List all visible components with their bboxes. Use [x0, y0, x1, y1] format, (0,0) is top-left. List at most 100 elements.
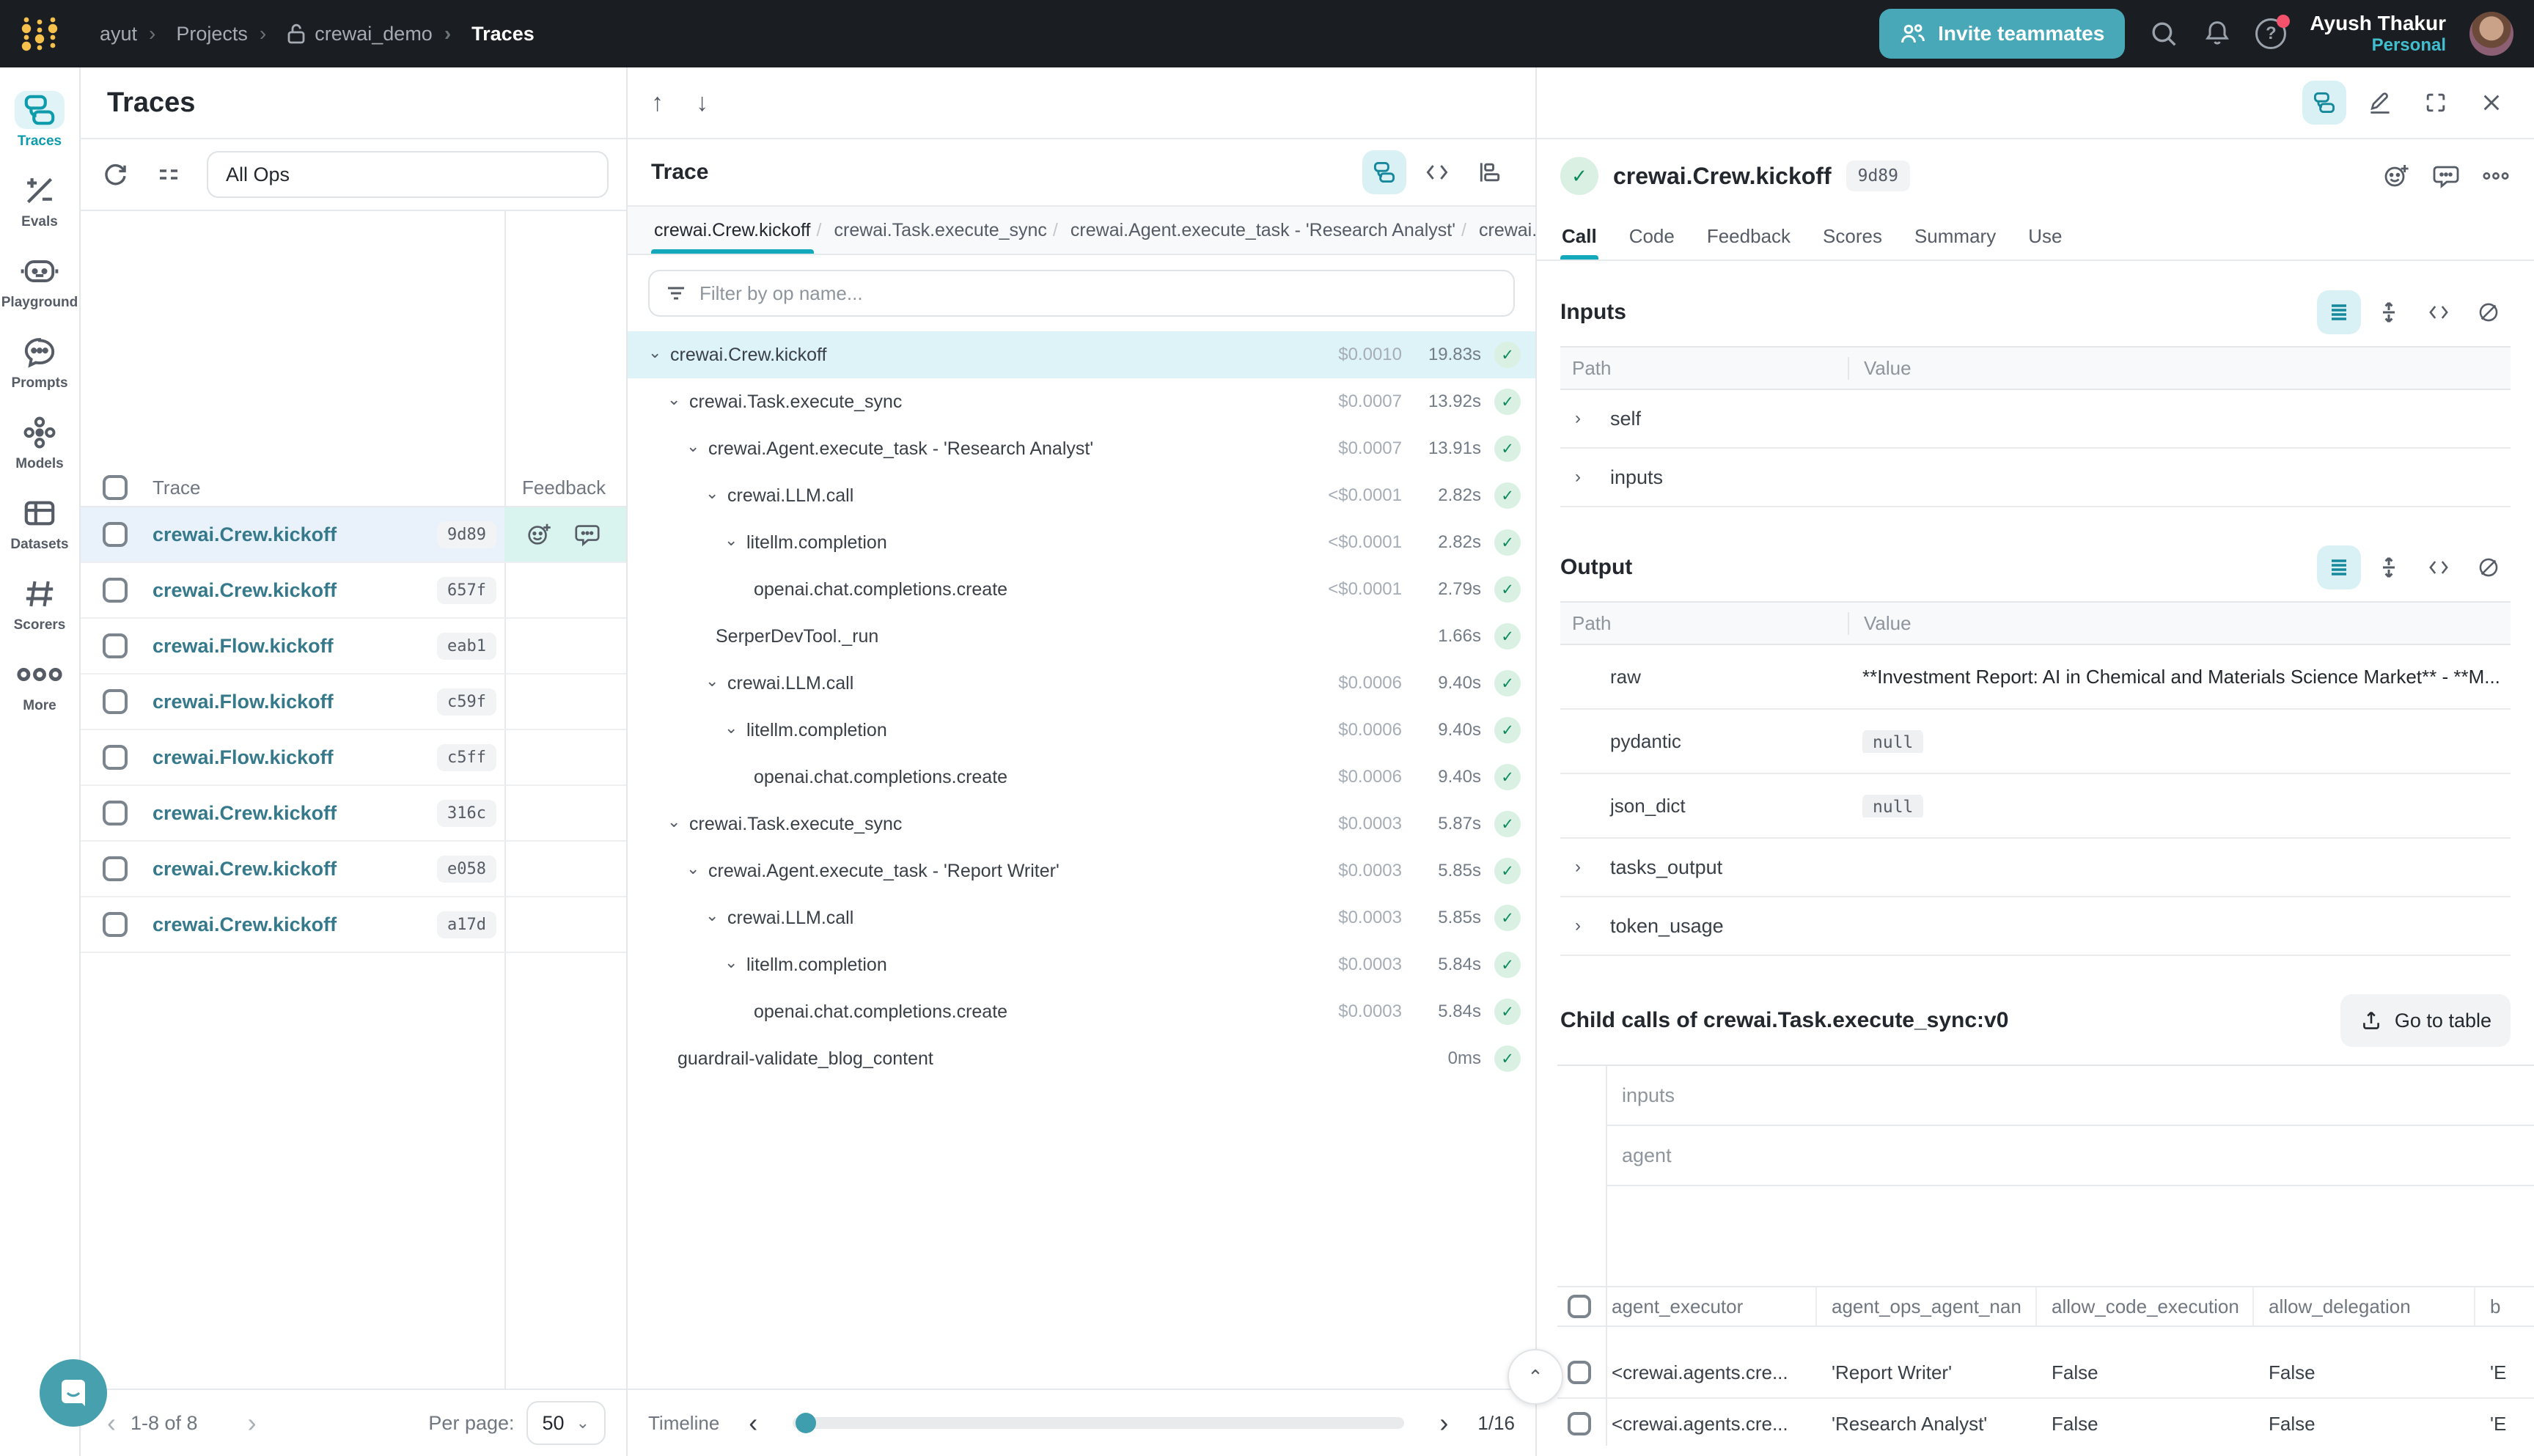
collapse-icon[interactable]: ⌄: [686, 861, 708, 877]
tab-use[interactable]: Use: [2012, 213, 2078, 260]
tab-code[interactable]: Code: [1613, 213, 1691, 260]
output-row-raw[interactable]: raw **Investment Report: AI in Chemical …: [1560, 645, 2511, 710]
timeline-slider-handle[interactable]: [796, 1413, 816, 1433]
hide-values-eye-icon[interactable]: [2467, 290, 2511, 334]
crumb-tab[interactable]: crewai.Agent.execute_task - 'Research An…: [1059, 207, 1467, 254]
expand-rows-button[interactable]: [2367, 290, 2411, 334]
next-trace-arrow-icon[interactable]: ↓: [696, 89, 708, 117]
sidebar-item-prompts[interactable]: Prompts: [3, 327, 76, 397]
table-row[interactable]: crewai.Crew.kickoff 316c: [81, 786, 626, 842]
tree-row[interactable]: ⌄ crewai.Agent.execute_task - 'Report Wr…: [628, 848, 1535, 894]
crumb-tab[interactable]: crewai.Crew.kickoff: [642, 207, 823, 254]
collapse-icon[interactable]: ⌄: [705, 673, 727, 689]
breadcrumb-team[interactable]: ayut: [100, 23, 137, 45]
row-checkbox[interactable]: [103, 912, 128, 937]
collapse-icon[interactable]: ⌄: [705, 485, 727, 501]
tree-row[interactable]: openai.chat.completions.create $0.00069.…: [628, 754, 1535, 801]
expand-icon[interactable]: ›: [1560, 857, 1593, 878]
tree-row[interactable]: guardrail-validate_blog_content 0ms: [628, 1035, 1535, 1082]
sidebar-item-more[interactable]: More: [3, 650, 76, 720]
timeline-prev-icon[interactable]: ‹: [734, 1408, 772, 1438]
notifications-bell-icon[interactable]: [2203, 18, 2232, 49]
chat-widget-button[interactable]: [40, 1359, 107, 1427]
comment-icon[interactable]: [573, 521, 601, 548]
expand-icon[interactable]: ›: [1560, 408, 1593, 429]
edit-pencil-icon[interactable]: [2358, 81, 2402, 125]
tree-row[interactable]: ⌄ crewai.Task.execute_sync $0.00035.87s: [628, 801, 1535, 848]
tree-row[interactable]: ⌄ crewai.Task.execute_sync $0.000713.92s: [628, 378, 1535, 425]
tree-row[interactable]: ⌄ litellm.completion $0.00069.40s: [628, 707, 1535, 754]
tab-feedback[interactable]: Feedback: [1691, 213, 1807, 260]
search-icon[interactable]: [2148, 18, 2179, 49]
tree-row[interactable]: ⌄ crewai.Crew.kickoff $0.001019.83s: [628, 331, 1535, 378]
timeline-slider[interactable]: [793, 1417, 1404, 1429]
help-icon[interactable]: ?: [2255, 18, 2286, 49]
trace-link[interactable]: crewai.Flow.kickoff: [153, 691, 334, 713]
op-filter-input[interactable]: [699, 282, 1499, 305]
output-row-tasks-output[interactable]: › tasks_output: [1560, 839, 2511, 897]
breadcrumb-page[interactable]: Traces: [444, 22, 535, 45]
expand-icon[interactable]: ›: [1560, 467, 1593, 488]
add-reaction-icon[interactable]: [2381, 161, 2411, 191]
code-view-button[interactable]: [2417, 290, 2461, 334]
table-row[interactable]: crewai.Flow.kickoff c5ff: [81, 730, 626, 786]
overflow-menu-icon[interactable]: [2481, 169, 2511, 183]
table-row[interactable]: <crewai.agents.cre... 'Report Writer' Fa…: [1557, 1347, 2534, 1399]
tree-row[interactable]: ⌄ crewai.LLM.call $0.00035.85s: [628, 894, 1535, 941]
table-row[interactable]: crewai.Crew.kickoff 9d89: [81, 507, 626, 563]
tree-view-button[interactable]: [2302, 81, 2346, 125]
ops-filter-select[interactable]: All Ops: [207, 151, 609, 198]
trace-link[interactable]: crewai.Flow.kickoff: [153, 746, 334, 769]
columns-filter-button[interactable]: [153, 158, 186, 191]
scroll-to-top-button[interactable]: ⌃: [1507, 1349, 1563, 1405]
tab-summary[interactable]: Summary: [1898, 213, 2012, 260]
row-checkbox[interactable]: [103, 689, 128, 714]
tree-row[interactable]: ⌄ crewai.LLM.call <$0.00012.82s: [628, 472, 1535, 519]
tree-row[interactable]: openai.chat.completions.create $0.00035.…: [628, 988, 1535, 1035]
collapse-icon[interactable]: ⌄: [648, 345, 670, 361]
tab-scores[interactable]: Scores: [1807, 213, 1898, 260]
list-view-button[interactable]: [2317, 290, 2361, 334]
trace-link[interactable]: crewai.Crew.kickoff: [153, 802, 337, 825]
wandb-logo[interactable]: [21, 15, 59, 53]
tree-row[interactable]: SerperDevTool._run 1.66s: [628, 613, 1535, 660]
input-row-self[interactable]: › self: [1560, 390, 2511, 449]
trace-link[interactable]: crewai.Crew.kickoff: [153, 579, 337, 602]
collapse-icon[interactable]: ⌄: [705, 908, 727, 924]
next-page-button[interactable]: ›: [233, 1408, 271, 1438]
breadcrumb-projects[interactable]: Projects: [149, 22, 248, 45]
row-checkbox[interactable]: [103, 856, 128, 881]
trace-link[interactable]: crewai.Crew.kickoff: [153, 523, 337, 546]
go-to-table-button[interactable]: Go to table: [2340, 994, 2511, 1047]
sidebar-item-scorers[interactable]: Scorers: [3, 569, 76, 639]
select-all-checkbox[interactable]: [1568, 1295, 1591, 1318]
tree-row[interactable]: ⌄ litellm.completion <$0.00012.82s: [628, 519, 1535, 566]
table-row[interactable]: crewai.Crew.kickoff e058: [81, 842, 626, 897]
row-checkbox[interactable]: [103, 522, 128, 547]
collapse-icon[interactable]: ⌄: [724, 720, 746, 736]
collapse-icon[interactable]: ⌄: [667, 814, 689, 830]
tree-row[interactable]: ⌄ crewai.Agent.execute_task - 'Research …: [628, 425, 1535, 472]
table-row[interactable]: crewai.Crew.kickoff 657f: [81, 563, 626, 619]
invite-teammates-button[interactable]: Invite teammates: [1879, 9, 2125, 59]
sidebar-item-traces[interactable]: Traces: [3, 85, 76, 155]
trace-link[interactable]: crewai.Crew.kickoff: [153, 913, 337, 936]
row-checkbox[interactable]: [1568, 1361, 1591, 1384]
tree-view-button[interactable]: [1362, 150, 1406, 194]
prev-trace-arrow-icon[interactable]: ↑: [651, 89, 664, 117]
trace-link[interactable]: crewai.Flow.kickoff: [153, 635, 334, 658]
sidebar-item-datasets[interactable]: Datasets: [3, 488, 76, 559]
collapse-icon[interactable]: ⌄: [724, 955, 746, 971]
table-row[interactable]: <crewai.agents.cre... 'Research Analyst'…: [1557, 1399, 2534, 1446]
per-page-select[interactable]: 50 ⌄: [526, 1401, 606, 1445]
user-menu[interactable]: Ayush Thakur Personal: [2310, 12, 2446, 56]
breadcrumb-project[interactable]: crewai_demo: [260, 22, 433, 45]
tab-call[interactable]: Call: [1546, 213, 1613, 260]
output-row-pydantic[interactable]: pydantic null: [1560, 710, 2511, 774]
table-row[interactable]: crewai.Flow.kickoff eab1: [81, 619, 626, 674]
input-row-inputs[interactable]: › inputs: [1560, 449, 2511, 507]
crumb-tab[interactable]: crewai.LLM.cal: [1467, 207, 1535, 254]
hide-values-eye-icon[interactable]: [2467, 545, 2511, 589]
collapse-icon[interactable]: ⌄: [667, 391, 689, 408]
code-view-button[interactable]: [1415, 150, 1459, 194]
